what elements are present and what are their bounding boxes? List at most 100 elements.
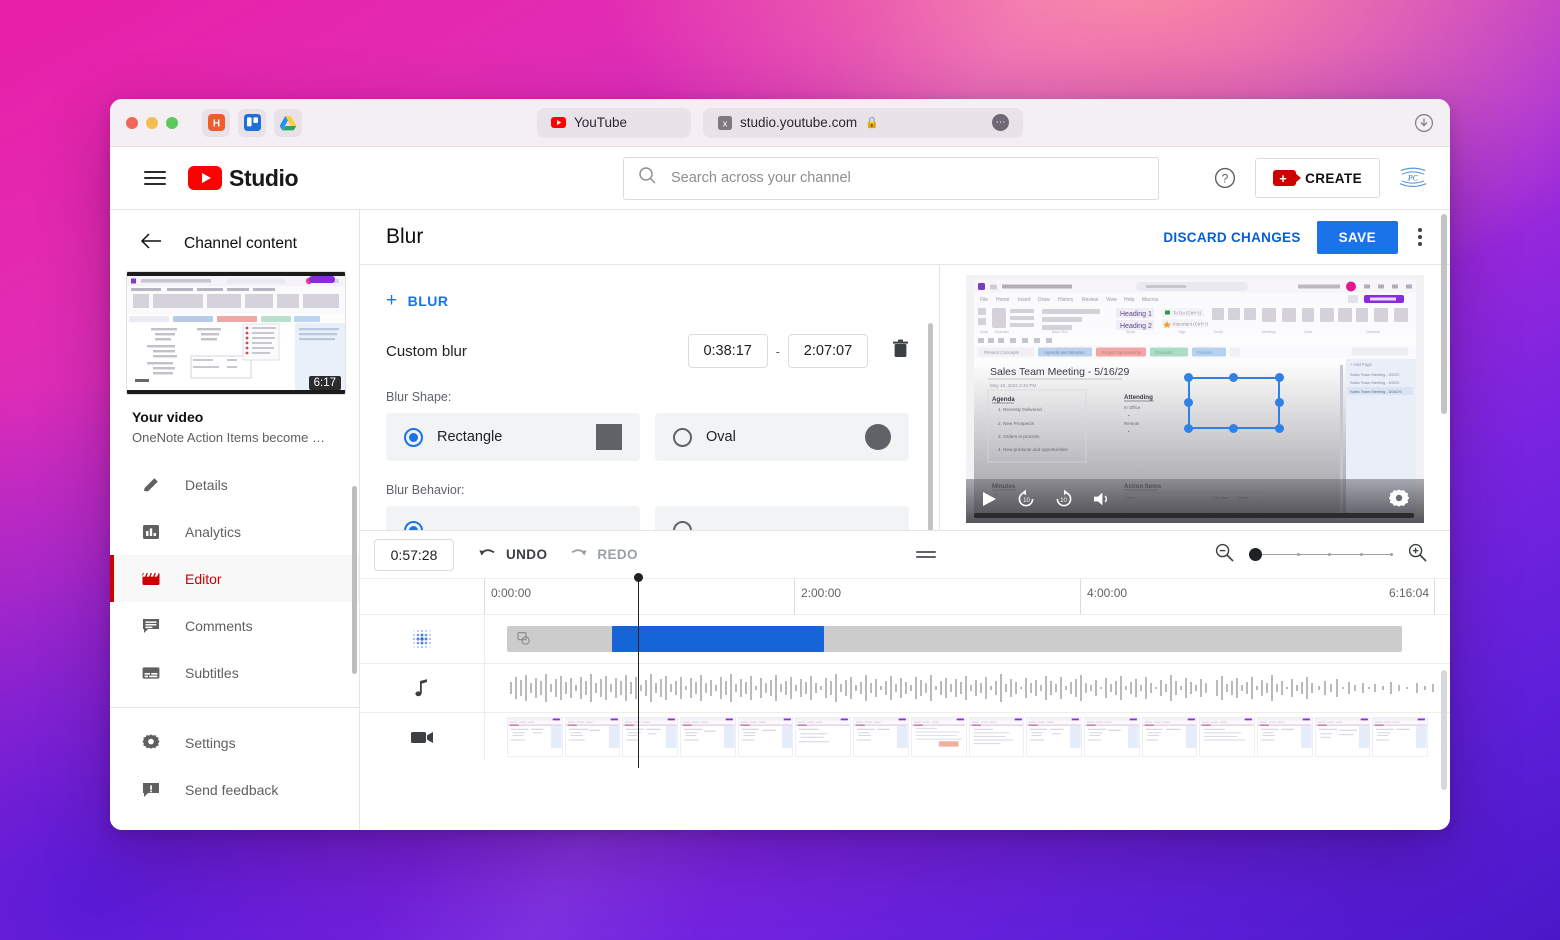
sidebar-item-comments[interactable]: Comments <box>110 602 359 649</box>
video-thumbnail[interactable]: 6:17 <box>126 271 346 395</box>
forward-10-icon[interactable]: 10 <box>1054 489 1074 514</box>
trash-icon[interactable] <box>892 339 909 364</box>
gear-icon[interactable] <box>1388 488 1410 515</box>
ruler-label: 0:00:00 <box>491 586 532 600</box>
play-icon[interactable] <box>980 490 998 513</box>
blur-selection-rect[interactable] <box>1184 373 1284 433</box>
radio-icon[interactable] <box>673 427 692 447</box>
video-player[interactable]: File Home Insert Draw History Review View Help M… <box>966 275 1424 523</box>
sidebar-item-details[interactable]: Details <box>110 461 359 508</box>
audio-track-body[interactable] <box>484 664 1450 712</box>
blur-track-clip[interactable] <box>507 626 1402 652</box>
video-track-body[interactable] <box>484 713 1450 761</box>
radio-icon[interactable] <box>673 520 692 530</box>
editor-scrollbar[interactable] <box>1441 214 1447 414</box>
browser-tab-studio[interactable]: x studio.youtube.com 🔒 ⋯ <box>703 107 1023 138</box>
search-input[interactable]: Search across your channel <box>623 156 1159 200</box>
app-icon-h[interactable]: H <box>202 108 230 137</box>
filmstrip-frame <box>795 717 852 757</box>
svg-text:Insert: Insert <box>1018 297 1031 303</box>
resize-handle-ml[interactable] <box>1184 398 1193 407</box>
rewind-10-icon[interactable]: 10 <box>1016 489 1036 514</box>
hamburger-icon[interactable] <box>144 171 166 185</box>
save-button[interactable]: SAVE <box>1316 220 1398 254</box>
app-icon-drive[interactable] <box>274 108 302 137</box>
pencil-icon <box>140 474 162 496</box>
filmstrip-frame <box>680 717 736 757</box>
player-scrubber[interactable] <box>974 513 1414 518</box>
zoom-slider[interactable] <box>1249 547 1394 563</box>
back-to-channel-content[interactable]: Channel content <box>110 210 359 271</box>
sidebar-item-analytics[interactable]: Analytics <box>110 508 359 555</box>
blur-behavior-option-1[interactable] <box>386 506 640 530</box>
plus-icon: + <box>386 290 398 311</box>
volume-icon[interactable] <box>1092 490 1111 513</box>
undo-button[interactable]: UNDO <box>478 546 547 564</box>
drag-handle-icon[interactable] <box>915 551 936 558</box>
add-blur-button[interactable]: + BLUR <box>386 291 909 310</box>
blur-shape-option-oval[interactable]: Oval <box>655 413 909 461</box>
playhead-knob[interactable] <box>634 573 643 582</box>
timeline-scrollbar[interactable] <box>1441 670 1447 790</box>
help-icon[interactable]: ? <box>1213 166 1237 190</box>
svg-text:Important (Ctrl+2): Important (Ctrl+2) <box>1173 322 1209 327</box>
resize-handle-br[interactable] <box>1275 424 1284 433</box>
current-time-input[interactable]: 0:57:28 <box>374 538 454 571</box>
timeline-ruler[interactable]: 0:00:00 2:00:00 4:00:00 6:16:04 <box>360 578 1450 614</box>
create-button[interactable]: + CREATE <box>1255 158 1380 198</box>
blur-shape-label: Blur Shape: <box>386 390 452 404</box>
browser-window: H YouTube x studio.youtube.com 🔒 ⋯ Studi… <box>110 99 1450 830</box>
timeline-playhead[interactable] <box>634 573 643 768</box>
browser-tab-title: studio.youtube.com <box>740 115 858 130</box>
app-icon-trello[interactable] <box>238 108 266 137</box>
studio-logo[interactable]: Studio <box>188 165 299 192</box>
settings-scrollbar[interactable] <box>928 323 933 530</box>
radio-icon[interactable] <box>404 427 423 447</box>
svg-text:Voice: Voice <box>1304 330 1312 334</box>
blur-shape-option-rectangle[interactable]: Rectangle <box>386 413 640 461</box>
resize-handle-tc[interactable] <box>1229 373 1238 382</box>
kebab-icon[interactable] <box>1414 224 1426 250</box>
blur-behavior-label: Blur Behavior: <box>386 483 465 497</box>
zoom-slider-knob[interactable] <box>1249 548 1262 561</box>
zoom-in-icon[interactable] <box>1407 542 1428 568</box>
tab-overflow-icon[interactable]: ⋯ <box>992 114 1009 131</box>
blur-start-time-input[interactable]: 0:38:17 <box>687 334 768 368</box>
avatar[interactable]: PC <box>1398 163 1428 193</box>
close-window-button[interactable] <box>126 116 138 129</box>
zoom-out-icon[interactable] <box>1214 542 1235 568</box>
sidebar-item-editor[interactable]: Editor <box>110 555 359 602</box>
resize-handle-bl[interactable] <box>1184 424 1193 433</box>
sidebar-item-send-feedback[interactable]: Send feedback <box>110 766 359 813</box>
download-icon[interactable] <box>1414 113 1434 133</box>
blur-track-body[interactable] <box>484 615 1450 663</box>
ruler-mark: 0:00:00 <box>484 579 531 614</box>
feedback-icon <box>140 779 162 801</box>
sidebar-divider <box>110 707 359 708</box>
radio-icon[interactable] <box>404 520 423 530</box>
blur-behavior-option-2[interactable] <box>655 506 909 530</box>
timeline-track-blur <box>360 614 1450 663</box>
browser-tab-title: YouTube <box>574 115 628 130</box>
comment-icon <box>140 615 162 637</box>
sidebar-scrollbar[interactable] <box>352 486 357 674</box>
resize-handle-tl[interactable] <box>1184 373 1193 382</box>
redo-button[interactable]: REDO <box>569 546 638 564</box>
resize-handle-bc[interactable] <box>1229 424 1238 433</box>
timeline-tracks <box>360 573 1450 768</box>
resize-handle-mr[interactable] <box>1275 398 1284 407</box>
sidebar-item-subtitles[interactable]: Subtitles <box>110 649 359 696</box>
blur-end-time-input[interactable]: 2:07:07 <box>788 334 868 368</box>
minimize-window-button[interactable] <box>146 116 158 129</box>
sidebar-item-settings[interactable]: Settings <box>110 719 359 766</box>
filmstrip-frame <box>1199 717 1255 757</box>
blur-clip-selected-range[interactable] <box>612 626 824 652</box>
browser-tab-youtube[interactable]: YouTube <box>537 107 691 138</box>
discard-changes-button[interactable]: DISCARD CHANGES <box>1163 230 1300 245</box>
maximize-window-button[interactable] <box>166 116 178 129</box>
browser-chrome-right <box>1414 113 1434 133</box>
filmstrip-frame <box>968 717 1025 757</box>
svg-text:View: View <box>1106 297 1117 303</box>
timeline-toolbar: 0:57:28 UNDO REDO <box>360 530 1450 578</box>
resize-handle-tr[interactable] <box>1275 373 1284 382</box>
